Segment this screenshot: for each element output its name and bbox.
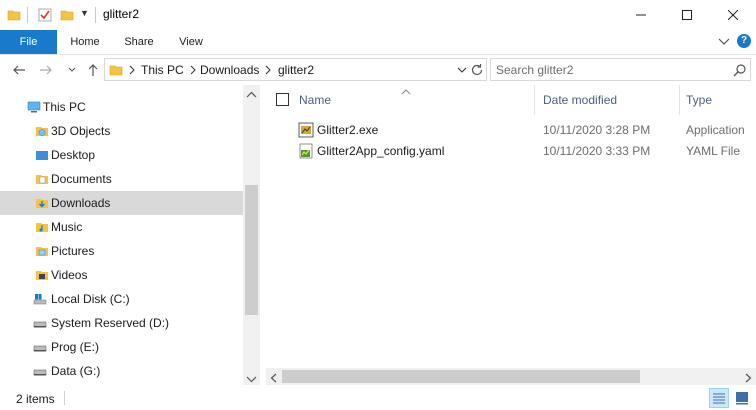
- details-view-button[interactable]: [709, 388, 729, 408]
- drive-icon: [33, 364, 47, 378]
- divider: [95, 7, 96, 23]
- address-dropdown-icon[interactable]: [456, 63, 468, 77]
- file-list: Name Date modified Type Glitter2.exe 10/…: [262, 85, 756, 385]
- scroll-left-icon[interactable]: [269, 372, 278, 383]
- breadcrumb-downloads[interactable]: Downloads: [200, 63, 259, 77]
- scroll-down-icon[interactable]: [246, 373, 257, 383]
- navigation-bar: This PC Downloads glitter2 Search glitte…: [0, 55, 756, 85]
- large-icons-view-button[interactable]: [732, 388, 752, 408]
- nav-item-prog-e[interactable]: Prog (E:): [0, 335, 243, 359]
- file-row[interactable]: Glitter2.exe 10/11/2020 3:28 PM Applicat…: [262, 120, 756, 141]
- nav-item-desktop[interactable]: Desktop: [0, 143, 243, 167]
- file-date: 10/11/2020 3:28 PM: [543, 123, 651, 137]
- file-row[interactable]: Glitter2App_config.yaml 10/11/2020 3:33 …: [262, 141, 756, 162]
- yaml-file-icon: [298, 143, 314, 159]
- maximize-button[interactable]: [664, 0, 710, 30]
- search-placeholder: Search glitter2: [496, 63, 574, 77]
- tab-view[interactable]: View: [165, 30, 217, 54]
- folder-icon: [109, 63, 123, 77]
- back-button[interactable]: [10, 61, 28, 79]
- horizontal-scrollbar[interactable]: [266, 368, 756, 385]
- nav-item-videos[interactable]: Videos: [0, 263, 243, 287]
- desktop-folder-icon: [35, 148, 49, 162]
- file-type: Application: [686, 123, 745, 137]
- nav-item-data-g[interactable]: Data (G:): [0, 359, 243, 383]
- tab-share[interactable]: Share: [113, 30, 165, 54]
- refresh-icon[interactable]: [469, 62, 485, 78]
- scrollbar-thumb[interactable]: [245, 185, 258, 315]
- address-bar[interactable]: This PC Downloads glitter2: [104, 58, 487, 81]
- item-count: 2 items: [16, 392, 55, 406]
- navigation-scrollbar[interactable]: [243, 85, 260, 385]
- divider: [27, 7, 28, 23]
- column-header-type[interactable]: Type: [686, 93, 712, 107]
- sort-ascending-icon: [401, 85, 411, 95]
- drive-icon: [33, 340, 47, 354]
- nav-item-downloads[interactable]: Downloads: [0, 191, 243, 215]
- drive-icon: [33, 316, 47, 330]
- up-button[interactable]: [84, 61, 102, 79]
- videos-folder-icon: [35, 268, 49, 282]
- scrollbar-thumb[interactable]: [282, 370, 640, 383]
- scroll-right-icon[interactable]: [744, 372, 753, 383]
- nav-item-pictures[interactable]: Pictures: [0, 239, 243, 263]
- file-name: Glitter2.exe: [317, 123, 379, 137]
- breadcrumb-separator[interactable]: [189, 63, 197, 80]
- scroll-up-icon[interactable]: [246, 88, 257, 98]
- breadcrumb-separator[interactable]: [264, 63, 272, 80]
- nav-item-documents[interactable]: Documents: [0, 167, 243, 191]
- close-button[interactable]: [710, 0, 756, 30]
- file-type: YAML File: [686, 144, 741, 158]
- search-input[interactable]: Search glitter2: [490, 58, 751, 81]
- music-folder-icon: [35, 220, 49, 234]
- select-all-checkbox[interactable]: [276, 93, 289, 106]
- file-name: Glitter2App_config.yaml: [317, 144, 445, 158]
- search-icon[interactable]: [733, 63, 747, 77]
- nav-item-local-disk-c[interactable]: Local Disk (C:): [0, 287, 243, 311]
- divider: [64, 391, 65, 405]
- tab-file[interactable]: File: [0, 30, 57, 54]
- expand-ribbon-icon[interactable]: [717, 34, 731, 48]
- documents-folder-icon: [35, 172, 49, 186]
- nav-item-3d-objects[interactable]: 3D Objects: [0, 119, 243, 143]
- ribbon-tabs: File Home Share View ?: [0, 30, 756, 54]
- nav-item-system-reserved-d[interactable]: System Reserved (D:): [0, 311, 243, 335]
- forward-button[interactable]: [37, 61, 55, 79]
- pictures-folder-icon: [35, 244, 49, 258]
- column-header-date-modified[interactable]: Date modified: [543, 93, 617, 107]
- customize-toolbar-icon[interactable]: ▼: [80, 8, 89, 18]
- properties-icon[interactable]: [38, 8, 52, 22]
- computer-icon: [27, 100, 41, 114]
- status-bar: 2 items: [0, 385, 756, 410]
- column-divider[interactable]: [679, 85, 680, 115]
- downloads-folder-icon: [35, 196, 49, 210]
- nav-item-this-pc[interactable]: This PC: [0, 95, 243, 119]
- new-folder-icon[interactable]: [60, 8, 74, 22]
- title-bar: ▼ glitter2: [0, 0, 756, 30]
- exe-app-icon: [298, 122, 314, 138]
- recent-locations-button[interactable]: [63, 61, 81, 79]
- windows-drive-icon: [33, 292, 47, 306]
- breadcrumb-this-pc[interactable]: This PC: [141, 63, 184, 77]
- column-header-name[interactable]: Name: [299, 93, 331, 107]
- nav-item-music[interactable]: Music: [0, 215, 243, 239]
- column-header-row: Name Date modified Type: [262, 85, 756, 115]
- file-date: 10/11/2020 3:33 PM: [543, 144, 651, 158]
- window-title: glitter2: [103, 7, 140, 21]
- breadcrumb-separator[interactable]: [128, 63, 136, 80]
- help-icon[interactable]: ?: [737, 34, 751, 48]
- 3d-objects-folder-icon: [35, 124, 49, 138]
- column-divider[interactable]: [534, 85, 535, 115]
- folder-icon[interactable]: [7, 8, 21, 22]
- navigation-pane: This PC 3D Objects Desktop Documents Dow…: [0, 85, 262, 385]
- minimize-button[interactable]: [618, 0, 664, 30]
- tab-home[interactable]: Home: [57, 30, 113, 54]
- breadcrumb-glitter2[interactable]: glitter2: [278, 63, 314, 77]
